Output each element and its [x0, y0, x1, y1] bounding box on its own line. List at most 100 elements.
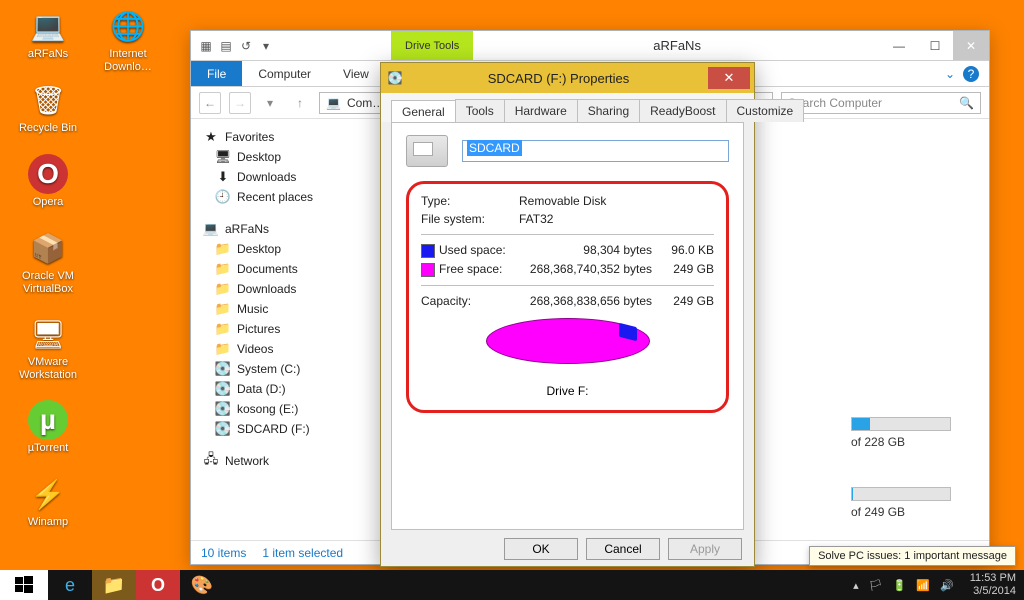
fs-label: File system:: [421, 212, 511, 226]
drive-icon: 💽: [215, 421, 231, 437]
computer-icon: 💻: [326, 96, 341, 110]
tree-item-pictures[interactable]: 📁Pictures: [195, 319, 386, 339]
tree-item-downloads2[interactable]: 📁Downloads: [195, 279, 386, 299]
desktop-icon-utorrent[interactable]: µµTorrent: [12, 400, 84, 455]
tree-this-pc[interactable]: 💻aRFaNs: [195, 219, 386, 239]
drive-name-field[interactable]: SDCARD: [462, 140, 729, 162]
nav-forward-button[interactable]: →: [229, 92, 251, 114]
drive-frag-1: of 228 GB: [851, 417, 971, 449]
desktop-icon-winamp[interactable]: ⚡Winamp: [12, 474, 84, 529]
folder-icon: 📁: [103, 575, 125, 596]
windows-icon: [14, 575, 34, 595]
minimize-button[interactable]: —: [881, 31, 917, 60]
taskbar-ie[interactable]: e: [48, 570, 92, 600]
start-button[interactable]: [0, 570, 48, 600]
ie-icon: e: [65, 575, 75, 596]
action-center-icon[interactable]: 🏳: [869, 579, 883, 592]
tree-item-documents[interactable]: 📁Documents: [195, 259, 386, 279]
tree-item-recent[interactable]: 🕘Recent places: [195, 187, 386, 207]
nav-up-button[interactable]: ↑: [289, 92, 311, 114]
tree-item-videos[interactable]: 📁Videos: [195, 339, 386, 359]
tree-favorites[interactable]: ★Favorites: [195, 127, 386, 147]
cancel-button[interactable]: Cancel: [586, 538, 660, 560]
qat-new-folder-icon[interactable]: ▤: [217, 37, 235, 55]
ribbon-tab-view[interactable]: View: [327, 61, 385, 86]
highlight-frame: Type: Removable Disk File system: FAT32 …: [406, 181, 729, 413]
tray-chevron-icon[interactable]: ▴: [853, 579, 859, 592]
volume-icon[interactable]: 🔊: [940, 579, 954, 592]
network-icon[interactable]: 📶: [916, 579, 930, 592]
ribbon-tab-file[interactable]: File: [191, 61, 242, 86]
computer-icon: 💻: [28, 6, 68, 46]
dialog-titlebar[interactable]: 💽 SDCARD (F:) Properties ✕: [381, 63, 754, 93]
desktop-icon-opera[interactable]: OOpera: [12, 154, 84, 209]
free-swatch: [421, 263, 435, 277]
desktop-icon-virtualbox[interactable]: 📦Oracle VM VirtualBox: [12, 228, 84, 296]
tree-item-downloads[interactable]: ⬇Downloads: [195, 167, 386, 187]
apply-button[interactable]: Apply: [668, 538, 742, 560]
qat-undo-icon[interactable]: ↺: [237, 37, 255, 55]
used-slice: [619, 322, 637, 340]
drive-frag-2: of 249 GB: [851, 487, 971, 519]
tab-customize[interactable]: Customize: [726, 99, 805, 122]
search-input[interactable]: Search Computer 🔍: [781, 92, 981, 114]
drive-icon: 💽: [215, 381, 231, 397]
dialog-close-button[interactable]: ✕: [708, 67, 750, 89]
explorer-titlebar[interactable]: ▦ ▤ ↺ ▾ Drive Tools aRFaNs — ☐ ✕: [191, 31, 989, 61]
system-tray[interactable]: ▴ 🏳 🔋 📶 🔊 11:53 PM 3/5/2014: [845, 570, 1024, 600]
drive-icon: 💽: [215, 361, 231, 377]
contextual-tab-drive-tools[interactable]: Drive Tools: [391, 31, 473, 60]
desktop-icon-arfans[interactable]: 💻aRFaNs: [12, 6, 84, 61]
desktop-icon-idm[interactable]: 🌐Internet Downlo…: [92, 6, 164, 74]
tab-tools[interactable]: Tools: [455, 99, 505, 122]
ok-button[interactable]: OK: [504, 538, 578, 560]
tree-item-desktop2[interactable]: 📁Desktop: [195, 239, 386, 259]
ribbon-tab-computer[interactable]: Computer: [242, 61, 327, 86]
winamp-icon: ⚡: [28, 474, 68, 514]
qat-dropdown-icon[interactable]: ▾: [257, 37, 275, 55]
nav-back-button[interactable]: ←: [199, 92, 221, 114]
tree-item-kosong-e[interactable]: 💽kosong (E:): [195, 399, 386, 419]
folder-icon: 📁: [215, 261, 231, 277]
dialog-body: SDCARD Type: Removable Disk File system:…: [391, 122, 744, 530]
tree-item-system-c[interactable]: 💽System (C:): [195, 359, 386, 379]
status-item-count: 10 items: [201, 546, 246, 560]
taskbar-explorer[interactable]: 📁: [92, 570, 136, 600]
globe-icon: 🌐: [108, 6, 148, 46]
search-icon: 🔍: [959, 96, 974, 110]
navigation-pane[interactable]: ★Favorites 🖥Desktop ⬇Downloads 🕘Recent p…: [191, 119, 391, 540]
maximize-button[interactable]: ☐: [917, 31, 953, 60]
taskbar-clock[interactable]: 11:53 PM 3/5/2014: [970, 572, 1016, 598]
properties-dialog: 💽 SDCARD (F:) Properties ✕ General Tools…: [380, 62, 755, 567]
desktop-icon-recycle[interactable]: 🗑Recycle Bin: [12, 80, 84, 135]
ribbon-expand-icon[interactable]: ⌄: [945, 67, 955, 81]
tab-readyboost[interactable]: ReadyBoost: [639, 99, 726, 122]
tree-item-music[interactable]: 📁Music: [195, 299, 386, 319]
desktop-icon-vmware[interactable]: 🖥VMware Workstation: [12, 314, 84, 382]
opera-icon: O: [151, 575, 165, 596]
tab-general[interactable]: General: [391, 100, 456, 123]
tab-sharing[interactable]: Sharing: [577, 99, 640, 122]
battery-icon[interactable]: 🔋: [893, 579, 907, 592]
breadcrumb-seg[interactable]: Com…: [347, 96, 384, 110]
taskbar-app[interactable]: 🎨: [180, 570, 224, 600]
help-icon[interactable]: ?: [963, 66, 979, 82]
tree-item-sdcard-f[interactable]: 💽SDCARD (F:): [195, 419, 386, 439]
dialog-title: SDCARD (F:) Properties: [409, 71, 708, 86]
tree-item-desktop[interactable]: 🖥Desktop: [195, 147, 386, 167]
used-bytes: 98,304 bytes: [519, 243, 652, 257]
computer-icon: 💻: [203, 221, 219, 237]
app-icon: 🎨: [191, 575, 213, 596]
tab-hardware[interactable]: Hardware: [504, 99, 578, 122]
quick-access-toolbar: ▦ ▤ ↺ ▾: [191, 31, 281, 60]
tree-item-data-d[interactable]: 💽Data (D:): [195, 379, 386, 399]
tab-strip: General Tools Hardware Sharing ReadyBoos…: [381, 93, 754, 122]
folder-icon: 📁: [215, 281, 231, 297]
tree-network[interactable]: 🖧Network: [195, 451, 386, 471]
close-button[interactable]: ✕: [953, 31, 989, 60]
taskbar[interactable]: e 📁 O 🎨 ▴ 🏳 🔋 📶 🔊 11:53 PM 3/5/2014: [0, 570, 1024, 600]
qat-properties-icon[interactable]: ▦: [197, 37, 215, 55]
taskbar-opera[interactable]: O: [136, 570, 180, 600]
nav-history-dropdown[interactable]: ▾: [259, 92, 281, 114]
drive-large-icon: [406, 135, 448, 167]
